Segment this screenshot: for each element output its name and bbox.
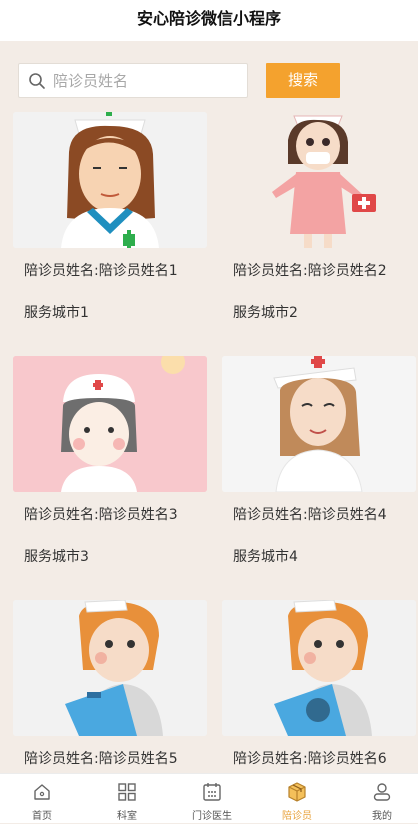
calendar-icon xyxy=(203,783,221,801)
escort-photo xyxy=(13,112,207,248)
home-icon xyxy=(34,784,50,800)
tab-label: 科室 xyxy=(117,811,137,822)
search-box xyxy=(18,63,248,98)
tab-label: 陪诊员 xyxy=(282,811,312,822)
escort-name: 陪诊员姓名:陪诊员姓名1 xyxy=(24,263,178,279)
grid-icon xyxy=(118,783,136,801)
escort-photo xyxy=(13,356,207,492)
escort-name: 陪诊员姓名:陪诊员姓名2 xyxy=(233,263,387,279)
search-input[interactable] xyxy=(53,69,239,93)
escort-photo xyxy=(222,112,416,248)
escort-photo xyxy=(222,356,416,492)
escort-name: 陪诊员姓名:陪诊员姓名6 xyxy=(233,751,387,767)
page-title: 安心陪诊微信小程序 xyxy=(0,0,418,41)
tab-label: 我的 xyxy=(372,811,392,822)
escort-name: 陪诊员姓名:陪诊员姓名3 xyxy=(24,507,178,523)
search-icon xyxy=(29,73,45,89)
tab-label: 首页 xyxy=(32,811,52,822)
escort-photo xyxy=(222,600,416,736)
escort-city: 服务城市2 xyxy=(233,305,298,321)
escort-name: 陪诊员姓名:陪诊员姓名4 xyxy=(233,507,387,523)
box-icon xyxy=(288,782,306,802)
tab-mine[interactable]: 我的 xyxy=(340,774,418,824)
escort-city: 服务城市1 xyxy=(24,305,89,321)
bottom-tab-bar: 首页 科室 门诊医生 陪诊员 我的 xyxy=(0,773,418,823)
tab-departments[interactable]: 科室 xyxy=(85,774,169,824)
search-button[interactable]: 搜索 xyxy=(266,63,340,98)
tab-home[interactable]: 首页 xyxy=(0,774,84,824)
escort-name: 陪诊员姓名:陪诊员姓名5 xyxy=(24,751,178,767)
tab-label: 门诊医生 xyxy=(192,811,232,822)
tab-outpatient-doctor[interactable]: 门诊医生 xyxy=(170,774,254,824)
escort-city: 服务城市4 xyxy=(233,549,298,565)
user-icon xyxy=(373,783,391,801)
escort-city: 服务城市3 xyxy=(24,549,89,565)
escort-photo xyxy=(13,600,207,736)
tab-escorts[interactable]: 陪诊员 xyxy=(255,774,339,824)
